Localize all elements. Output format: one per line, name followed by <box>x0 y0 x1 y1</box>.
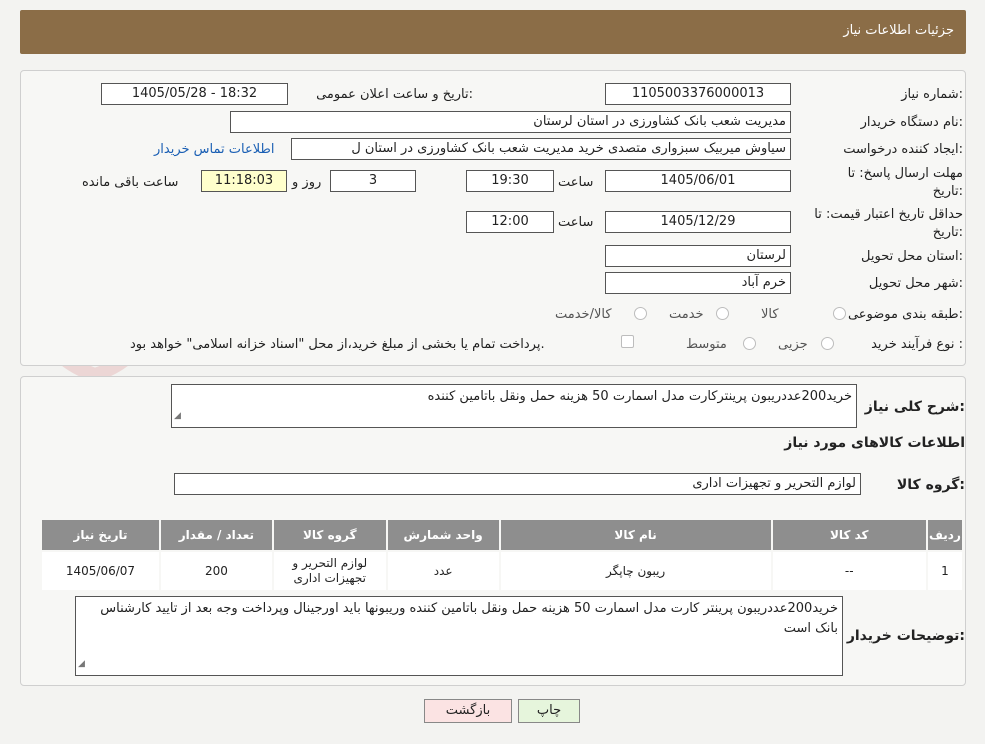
goods-group-label: گروه کالا: <box>896 477 965 493</box>
process-radio-medium[interactable] <box>743 337 756 350</box>
resize-grip-icon[interactable]: ◢ <box>174 406 181 426</box>
category-label: طبقه بندی موضوعی: <box>847 307 963 322</box>
validity-time-label: ساعت <box>558 215 594 230</box>
col-goods-group: گروه کالا <box>273 520 386 550</box>
buyer-notes-textarea: خرید200عددریبون پرینتر کارت مدل اسمارت 5… <box>75 596 843 676</box>
page-header: جزئیات اطلاعات نیاز <box>20 10 966 54</box>
summary-text: خرید200عددریبون پرینترکارت مدل اسمارت 50… <box>427 389 852 404</box>
cell-goods-code: -- <box>772 552 926 590</box>
col-goods-code: کد کالا <box>772 520 926 550</box>
cell-unit: عدد <box>387 552 499 590</box>
cell-need-date: 1405/06/07 <box>42 552 159 590</box>
validity-label-date: تاریخ: <box>932 225 963 240</box>
category-radio-service[interactable] <box>716 307 729 320</box>
buyer-org-field: مدیریت شعب بانک کشاورزی در استان لرستان <box>230 111 791 133</box>
goods-table: ردیف کد کالا نام کالا واحد شمارش گروه کا… <box>40 518 964 592</box>
resize-grip-icon[interactable]: ◢ <box>78 654 85 674</box>
category-option-service: خدمت <box>669 307 704 322</box>
treasury-payment-note: پرداخت تمام یا بخشی از مبلغ خرید،از محل … <box>130 337 545 352</box>
process-option-medium: متوسط <box>686 337 727 352</box>
buyer-notes-label: توضیحات خریدار: <box>846 628 965 644</box>
process-label: نوع فرآیند خرید : <box>871 337 963 352</box>
days-remaining-field: 3 <box>330 170 416 192</box>
city-field: خرم آباد <box>605 272 791 294</box>
category-radio-goods[interactable] <box>833 307 846 320</box>
need-number-label: شماره نیاز: <box>901 87 963 102</box>
announce-datetime-field: 1405/05/28 - 18:32 <box>101 83 288 105</box>
deadline-date-field: 1405/06/01 <box>605 170 791 192</box>
province-field: لرستان <box>605 245 791 267</box>
process-radio-minor[interactable] <box>821 337 834 350</box>
buyer-notes-text: خرید200عددریبون پرینتر کارت مدل اسمارت 5… <box>100 601 838 636</box>
announce-label: تاریخ و ساعت اعلان عمومی: <box>316 87 473 102</box>
city-label: شهر محل تحویل: <box>868 276 963 291</box>
summary-label: شرح کلی نیاز: <box>864 399 965 415</box>
category-option-goods: کالا <box>761 307 779 322</box>
col-unit: واحد شمارش <box>387 520 499 550</box>
col-row-number: ردیف <box>927 520 962 550</box>
time-remaining-field: 11:18:03 <box>201 170 287 192</box>
requester-field: سیاوش میربیک سبزواری متصدی خرید مدیریت ش… <box>291 138 791 160</box>
days-label: روز و <box>292 175 322 190</box>
buyer-org-label: نام دستگاه خریدار: <box>860 115 963 130</box>
cell-goods-name: ریبون چاپگر <box>500 552 771 590</box>
category-radio-goods-service[interactable] <box>634 307 647 320</box>
deadline-time-field: 19:30 <box>466 170 554 192</box>
col-goods-name: نام کالا <box>500 520 771 550</box>
deadline-label-date: تاریخ: <box>932 184 963 199</box>
table-header-row: ردیف کد کالا نام کالا واحد شمارش گروه کا… <box>42 520 962 550</box>
time-remaining-label: ساعت باقی مانده <box>82 175 179 190</box>
treasury-payment-checkbox[interactable] <box>621 335 634 348</box>
category-option-goods-service: کالا/خدمت <box>555 307 612 322</box>
validity-date-field: 1405/12/29 <box>605 211 791 233</box>
validity-time-field: 12:00 <box>466 211 554 233</box>
process-option-minor: جزیی <box>778 337 808 352</box>
cell-goods-group: لوازم التحریر و تجهیزات اداری <box>273 552 386 590</box>
buyer-contact-link[interactable]: اطلاعات تماس خریدار <box>154 142 274 157</box>
province-label: استان محل تحویل: <box>861 249 963 264</box>
goods-group-field: لوازم التحریر و تجهیزات اداری <box>174 473 861 495</box>
summary-textarea: خرید200عددریبون پرینترکارت مدل اسمارت 50… <box>171 384 857 428</box>
print-button[interactable]: چاپ <box>518 699 580 723</box>
validity-label: حداقل تاریخ اعتبار قیمت: تا <box>814 207 963 222</box>
cell-row-number: 1 <box>927 552 962 590</box>
requester-label: ایجاد کننده درخواست: <box>843 142 963 157</box>
deadline-time-label: ساعت <box>558 175 594 190</box>
cell-quantity: 200 <box>160 552 272 590</box>
need-number-field: 1105003376000013 <box>605 83 791 105</box>
col-quantity: تعداد / مقدار <box>160 520 272 550</box>
deadline-label: مهلت ارسال پاسخ: تا <box>847 166 963 181</box>
page-title: جزئیات اطلاعات نیاز <box>843 23 954 38</box>
table-row: 1 -- ریبون چاپگر عدد لوازم التحریر و تجه… <box>42 552 962 590</box>
col-need-date: تاریخ نیاز <box>42 520 159 550</box>
back-button[interactable]: بازگشت <box>424 699 512 723</box>
goods-info-title: اطلاعات کالاهای مورد نیاز <box>784 435 965 451</box>
